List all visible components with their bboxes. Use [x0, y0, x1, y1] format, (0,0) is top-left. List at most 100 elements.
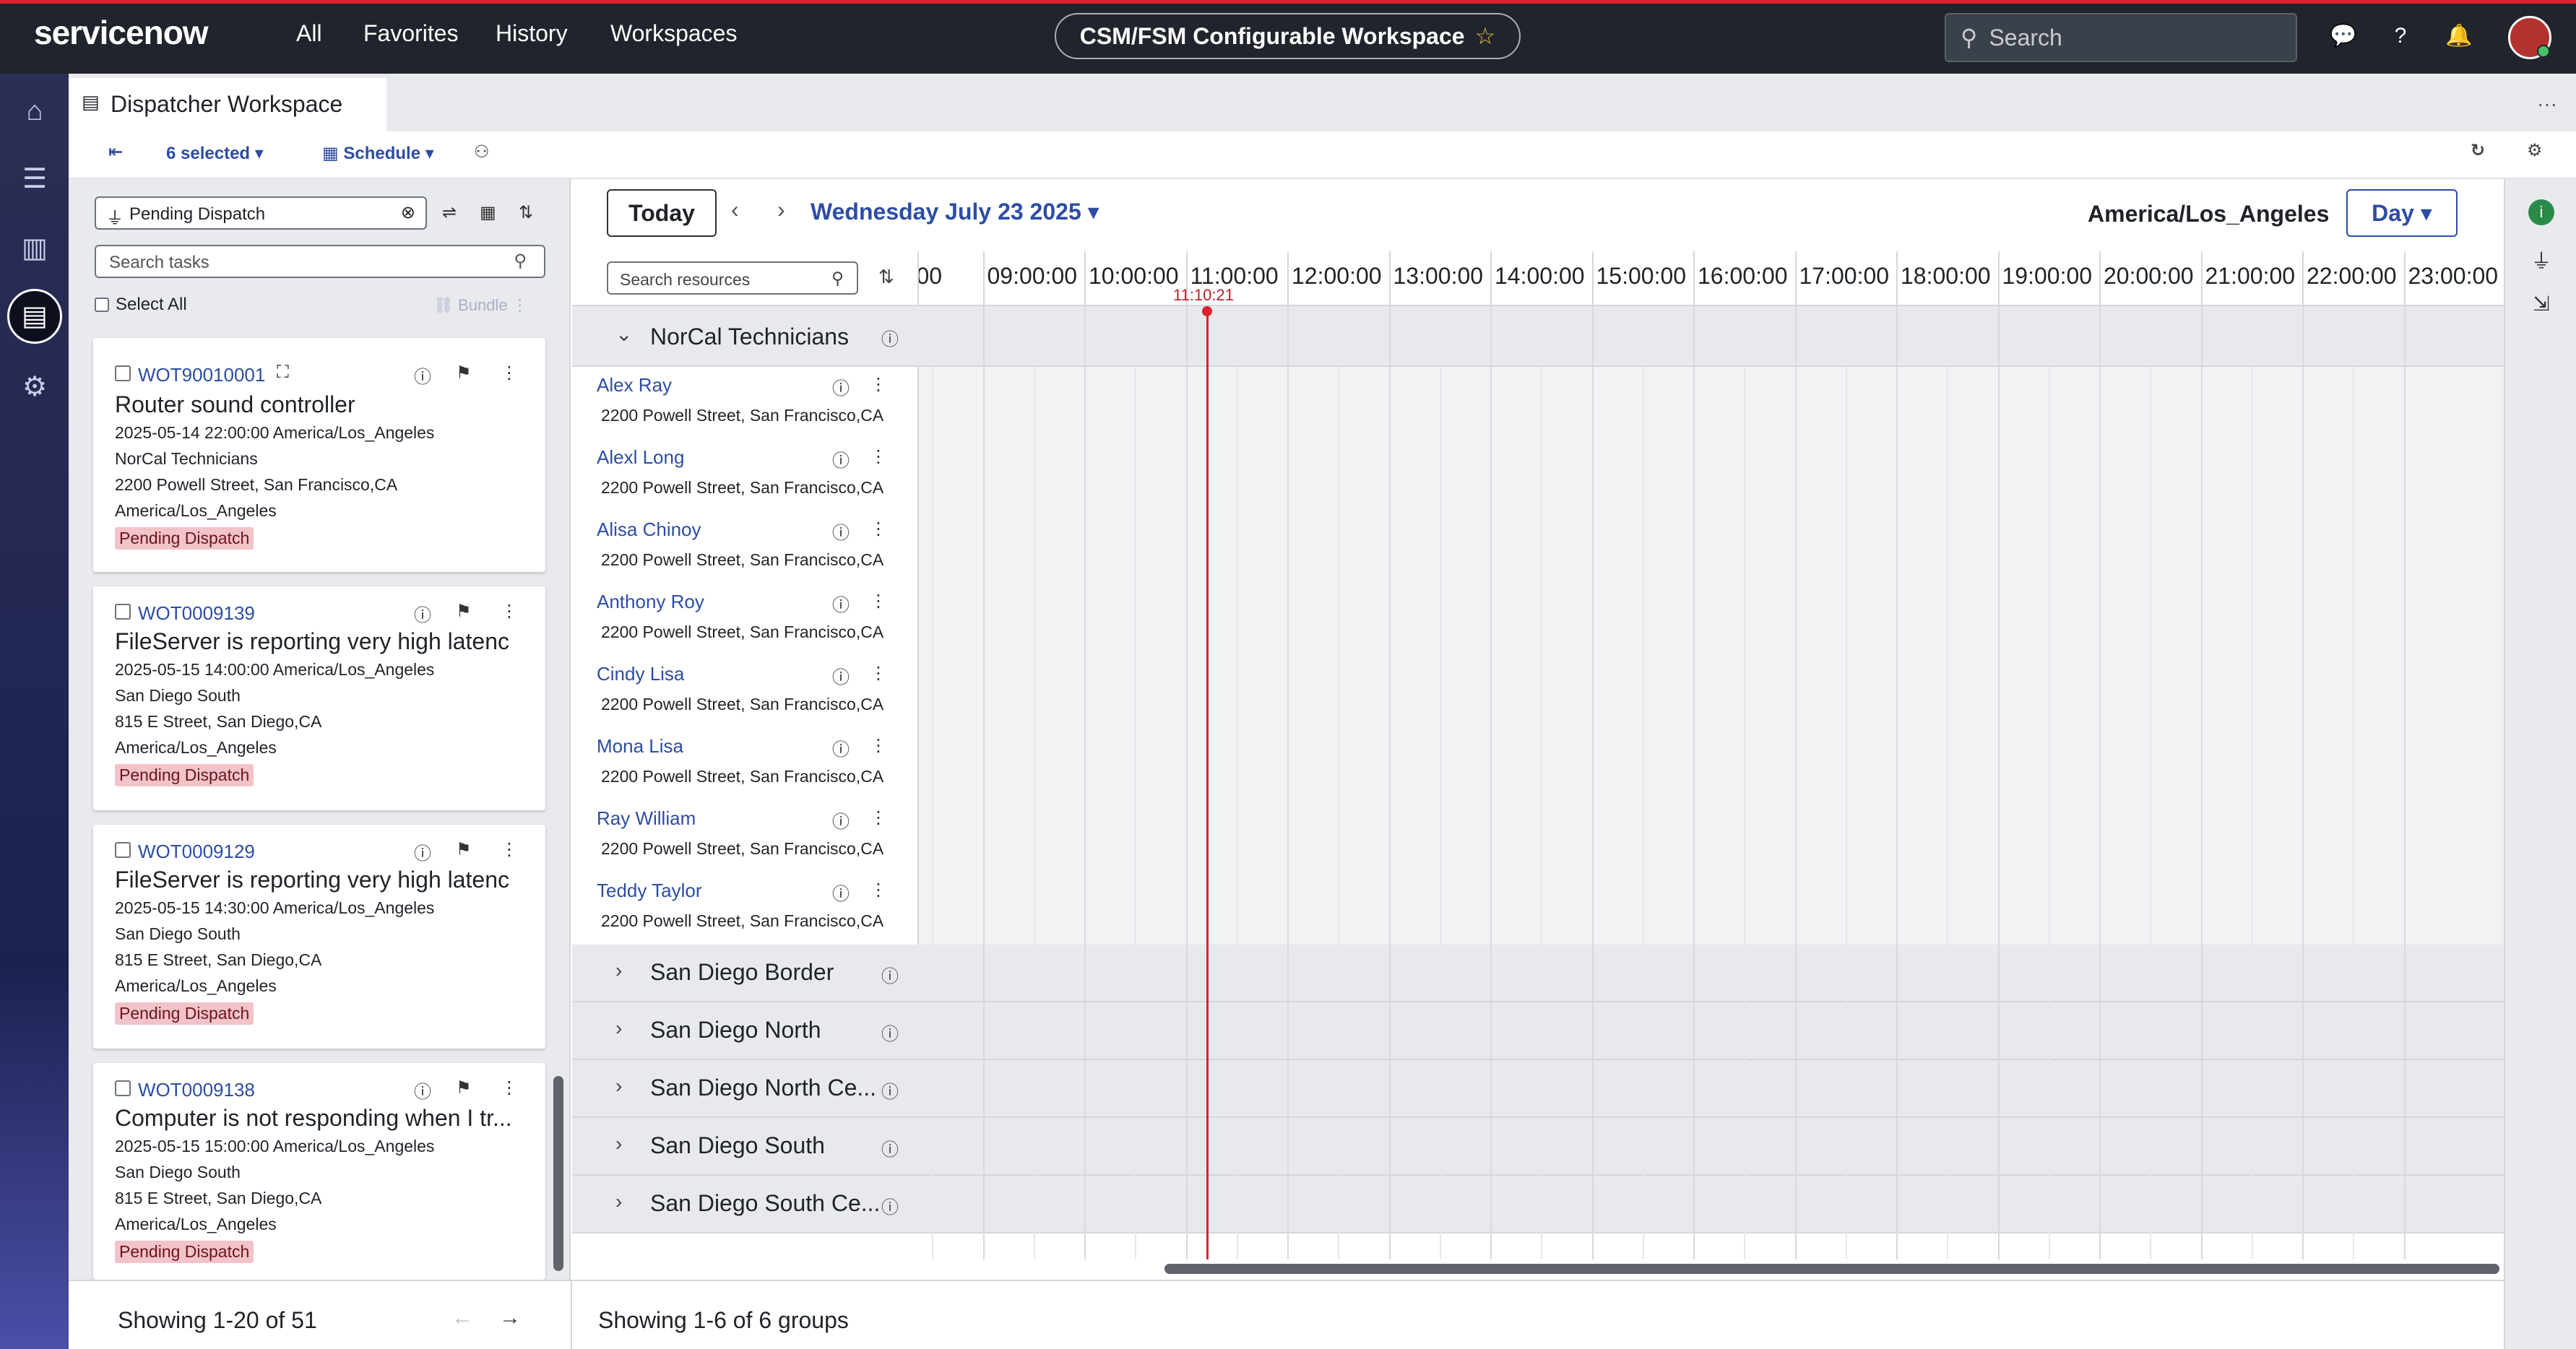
- settings-icon[interactable]: ⚙: [2527, 140, 2543, 161]
- more-icon[interactable]: ⋮: [870, 735, 887, 756]
- info-icon[interactable]: ⓘ: [414, 601, 431, 626]
- more-icon[interactable]: ⋮: [870, 591, 887, 612]
- task-card[interactable]: WOT0009129 ⓘ ⚑ ⋮ FileServer is reporting…: [93, 825, 545, 1049]
- sort-icon[interactable]: ⇅: [878, 266, 894, 288]
- resource-group-row[interactable]: ⌄ NorCal Technicians ⓘ: [572, 306, 2504, 367]
- selected-filter-button[interactable]: 6 selected ▾: [166, 143, 264, 164]
- resource-timeline-track[interactable]: [919, 367, 2504, 439]
- chevron-down-icon[interactable]: ⌄: [615, 322, 632, 346]
- resource-name[interactable]: Teddy Taylor: [597, 880, 702, 902]
- resource-name[interactable]: Ray William: [597, 807, 696, 830]
- task-number[interactable]: WOT90010001: [138, 364, 265, 386]
- next-day-icon[interactable]: ›: [777, 196, 785, 223]
- tab-dispatcher-workspace[interactable]: ▤ Dispatcher Workspace: [69, 78, 386, 131]
- more-icon[interactable]: ⋮: [501, 363, 518, 383]
- more-icon[interactable]: ⋮: [870, 446, 887, 467]
- info-icon[interactable]: ⓘ: [832, 735, 850, 760]
- next-page-icon[interactable]: →: [499, 1306, 521, 1330]
- more-icon[interactable]: ⋮: [870, 663, 887, 684]
- flag-icon[interactable]: ⚑: [456, 601, 472, 622]
- info-icon[interactable]: ⓘ: [832, 807, 850, 833]
- nav-workspaces[interactable]: Workspaces: [610, 20, 737, 47]
- task-number[interactable]: WOT0009139: [138, 602, 255, 625]
- info-icon[interactable]: ⓘ: [414, 1077, 431, 1103]
- resource-name[interactable]: Alexl Long: [597, 446, 684, 469]
- info-icon[interactable]: ⓘ: [414, 839, 431, 864]
- more-icon[interactable]: ⋮: [870, 519, 887, 539]
- info-icon[interactable]: ⓘ: [881, 1135, 899, 1161]
- task-card[interactable]: WOT90010001 ⛶ ⓘ ⚑ ⋮ Router sound control…: [93, 338, 545, 572]
- resource-group-row[interactable]: › San Diego South Ce... ⓘ: [572, 1176, 2504, 1233]
- home-icon[interactable]: ⌂: [16, 92, 53, 130]
- resource-group-row[interactable]: › San Diego North ⓘ: [572, 1002, 2504, 1060]
- chevron-right-icon[interactable]: ›: [615, 959, 622, 982]
- nav-history[interactable]: History: [496, 20, 568, 47]
- resource-group-row[interactable]: › San Diego Border ⓘ: [572, 945, 2504, 1002]
- resource-timeline-track[interactable]: [919, 800, 2504, 872]
- search-resources-input[interactable]: Search resources ⚲: [607, 261, 858, 295]
- more-icon[interactable]: ···: [2537, 92, 2557, 116]
- more-icon[interactable]: ⋮: [501, 1077, 518, 1098]
- bell-icon[interactable]: 🔔: [2445, 23, 2472, 49]
- star-icon[interactable]: ☆: [1475, 22, 1496, 50]
- sort-icon[interactable]: ⇅: [519, 202, 533, 223]
- refresh-icon[interactable]: ↻: [2471, 140, 2485, 161]
- nav-all[interactable]: All: [296, 20, 322, 47]
- handshake-icon[interactable]: ⚙: [16, 368, 53, 406]
- resource-name[interactable]: Mona Lisa: [597, 735, 683, 758]
- info-icon[interactable]: ⓘ: [881, 1020, 899, 1045]
- task-list-scrollbar[interactable]: [553, 1076, 563, 1271]
- resource-group-row[interactable]: › San Diego North Ce... ⓘ: [572, 1060, 2504, 1118]
- schedule-horizontal-scrollbar[interactable]: [1164, 1264, 2499, 1274]
- resource-timeline-track[interactable]: [919, 584, 2504, 656]
- more-icon[interactable]: ⋮: [870, 880, 887, 901]
- task-checkbox[interactable]: [115, 365, 131, 381]
- task-number[interactable]: WOT0009129: [138, 841, 255, 863]
- info-icon[interactable]: ⓘ: [881, 1077, 899, 1103]
- select-all-checkbox[interactable]: [95, 298, 109, 312]
- task-card[interactable]: WOT0009139 ⓘ ⚑ ⋮ FileServer is reporting…: [93, 586, 545, 810]
- resource-name[interactable]: Cindy Lisa: [597, 663, 684, 685]
- info-icon[interactable]: ⓘ: [881, 1193, 899, 1218]
- info-icon[interactable]: ⓘ: [832, 519, 850, 544]
- chevron-right-icon[interactable]: ›: [615, 1190, 622, 1213]
- info-icon[interactable]: i: [2528, 199, 2554, 225]
- info-icon[interactable]: ⓘ: [832, 446, 850, 472]
- resource-timeline-track[interactable]: [919, 728, 2504, 800]
- clear-icon[interactable]: ⊗: [401, 202, 415, 223]
- info-icon[interactable]: ⓘ: [832, 663, 850, 688]
- map-icon[interactable]: ▥: [16, 230, 53, 267]
- chat-icon[interactable]: 💬: [2330, 23, 2356, 49]
- more-icon[interactable]: ⋮: [870, 374, 887, 395]
- search-tasks-input[interactable]: Search tasks ⚲: [95, 245, 545, 278]
- info-icon[interactable]: ⓘ: [881, 962, 899, 987]
- info-icon[interactable]: ⓘ: [832, 591, 850, 616]
- export-icon[interactable]: ⇲: [2528, 292, 2554, 318]
- flag-icon[interactable]: ⚑: [456, 363, 472, 383]
- task-checkbox[interactable]: [115, 842, 131, 858]
- resource-name[interactable]: Alex Ray: [597, 374, 672, 396]
- chevron-right-icon[interactable]: ›: [615, 1017, 622, 1040]
- global-search-input[interactable]: ⚲ Search: [1945, 13, 2297, 62]
- info-icon[interactable]: ⓘ: [832, 880, 850, 905]
- resource-timeline-track[interactable]: [919, 511, 2504, 584]
- today-button[interactable]: Today: [607, 189, 717, 237]
- more-icon[interactable]: ⋮: [501, 601, 518, 622]
- resource-timeline-track[interactable]: [919, 872, 2504, 945]
- people-icon[interactable]: ⚇: [474, 142, 490, 162]
- info-icon[interactable]: ⓘ: [881, 325, 899, 350]
- help-icon[interactable]: ?: [2387, 23, 2413, 49]
- resource-timeline-track[interactable]: [919, 656, 2504, 728]
- info-icon[interactable]: ⓘ: [832, 374, 850, 399]
- task-filter-input[interactable]: ⏚ Pending Dispatch ⊗: [95, 196, 427, 230]
- more-icon[interactable]: ⋮: [870, 807, 887, 828]
- task-card[interactable]: WOT0009138 ⓘ ⚑ ⋮ Computer is not respond…: [93, 1063, 545, 1280]
- chevron-right-icon[interactable]: ›: [615, 1132, 622, 1155]
- view-selector[interactable]: Day ▾: [2346, 189, 2458, 237]
- list-icon[interactable]: ☰: [16, 160, 53, 198]
- flag-icon[interactable]: ⚑: [456, 1077, 472, 1098]
- nav-favorites[interactable]: Favorites: [363, 20, 459, 47]
- collapse-panel-icon[interactable]: ⇤: [108, 142, 123, 162]
- prev-page-icon[interactable]: ←: [451, 1306, 473, 1330]
- task-checkbox[interactable]: [115, 1080, 131, 1096]
